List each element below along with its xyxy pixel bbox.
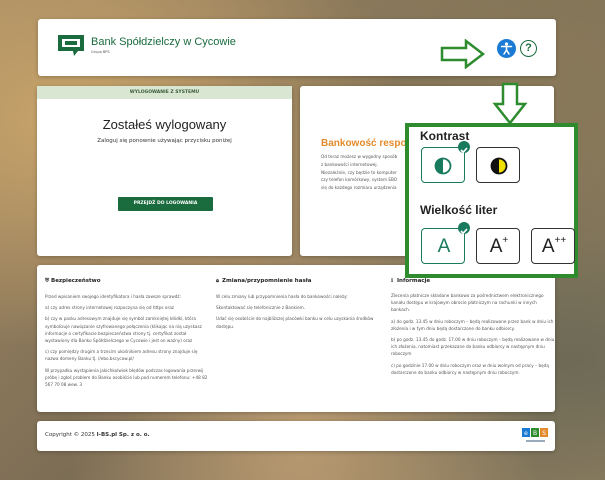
svg-text:S: S: [542, 430, 546, 437]
logout-card: WYLOGOWANIE Z SYSTEMU Zostałeś wylogowan…: [37, 86, 292, 256]
accessibility-icon: [500, 42, 513, 55]
font-size-letter: A: [437, 236, 451, 257]
info-heading: ℹ Informacje: [391, 278, 431, 284]
info-line: Niezależnie, czy będzie to komputer: [321, 169, 397, 175]
security-paragraph: a) czy adres strony internetowej rozpocz…: [45, 305, 174, 311]
arrow-right-icon: [440, 39, 486, 69]
logout-title: Zostałeś wylogowany: [102, 117, 227, 132]
high-contrast-icon: [490, 157, 508, 175]
security-heading: ⛨ Bezpieczeństwo: [45, 278, 101, 284]
accessibility-button[interactable]: [497, 39, 516, 58]
logout-section-title: WYLOGOWANIE Z SYSTEMU: [37, 86, 292, 99]
font-size-label: Wielkość liter: [420, 203, 498, 217]
info-line: Od teraz możesz w wygodny sposób: [321, 154, 398, 159]
font-size-xlarge-option[interactable]: A++: [531, 228, 575, 264]
info-line: z bankowości internetowej.: [321, 161, 378, 167]
go-to-login-button[interactable]: PRZEJDŹ DO LOGOWANIA: [118, 197, 213, 211]
password-column: 🔒︎ Zmiana/przypomnienie hasła W celu zmia…: [216, 278, 381, 334]
footer: Copyright © 2025 I-BS.pl Sp. z o. o. e B…: [37, 421, 555, 451]
selected-check-icon: [458, 141, 470, 154]
password-paragraph: W celu zmiany lub przypomnienia hasła do…: [216, 294, 348, 299]
bank-logo-icon: [58, 35, 84, 56]
font-size-letter: A++: [541, 234, 567, 257]
contrast-high-option[interactable]: [476, 147, 520, 183]
info-paragraph: a) do godz. 13.45 w dniu roboczym – będą…: [391, 318, 554, 331]
font-size-large-option[interactable]: A+: [476, 228, 520, 264]
ebs-logo-icon: e B S: [522, 428, 548, 442]
arrow-down-icon: [492, 82, 528, 126]
info-paragraph: b) po godz. 13.45 do godz. 17.00 w dniu …: [391, 337, 555, 357]
accessibility-panel: Kontrast Wielkość liter A A+ A++: [405, 123, 578, 278]
svg-text:e: e: [524, 430, 528, 437]
selected-check-icon: [458, 222, 470, 235]
copyright: Copyright © 2025 I-BS.pl Sp. z o. o.: [45, 432, 150, 438]
info-paragraph: Zlecenia płatnicze składane bankowo za p…: [391, 293, 544, 313]
security-paragraph: c) czy pomiędzy drugim a trzecim ukośnik…: [45, 349, 198, 362]
svg-text:B: B: [533, 430, 537, 437]
font-size-letter: A+: [489, 234, 509, 257]
security-paragraph: Przed wpisaniem swojego identyfikatora i…: [45, 294, 182, 299]
help-button[interactable]: ?: [520, 40, 537, 57]
bank-subtitle: Grupa BPS: [91, 50, 110, 54]
logout-subtitle: Zaloguj się ponownie używając przycisku …: [97, 138, 232, 144]
info-column: ℹ Informacje Zlecenia płatnicze składane …: [391, 278, 556, 380]
security-paragraph: W przypadku wystąpienia jakichkolwiek bł…: [45, 367, 208, 388]
bottom-info-panel: ⛨ Bezpieczeństwo Przed wpisaniem swojego …: [37, 265, 555, 412]
info-card-title: Bankowość respon: [321, 138, 413, 149]
info-card-text: Od teraz możesz w wygodny sposób z banko…: [321, 153, 417, 192]
password-paragraph: Udać się osobiście do najbliższej placów…: [216, 316, 374, 329]
info-line: czy telefon komórkowy, system EBO: [321, 177, 398, 183]
security-paragraph: b) czy w pasku adresowym znajduje się sy…: [45, 316, 202, 344]
password-paragraph: Skontaktować się telefonicznie z Bankiem…: [216, 305, 306, 311]
bank-name: Bank Spółdzielczy w Cycowie: [91, 36, 236, 48]
security-column: ⛨ Bezpieczeństwo Przed wpisaniem swojego …: [45, 278, 210, 392]
info-paragraph: c) po godzinie 17.00 w dniu roboczym ora…: [391, 362, 549, 375]
info-line: się do każdego rozmiaru urządzenia: [321, 185, 397, 191]
password-heading: 🔒︎ Zmiana/przypomnienie hasła: [216, 278, 312, 284]
